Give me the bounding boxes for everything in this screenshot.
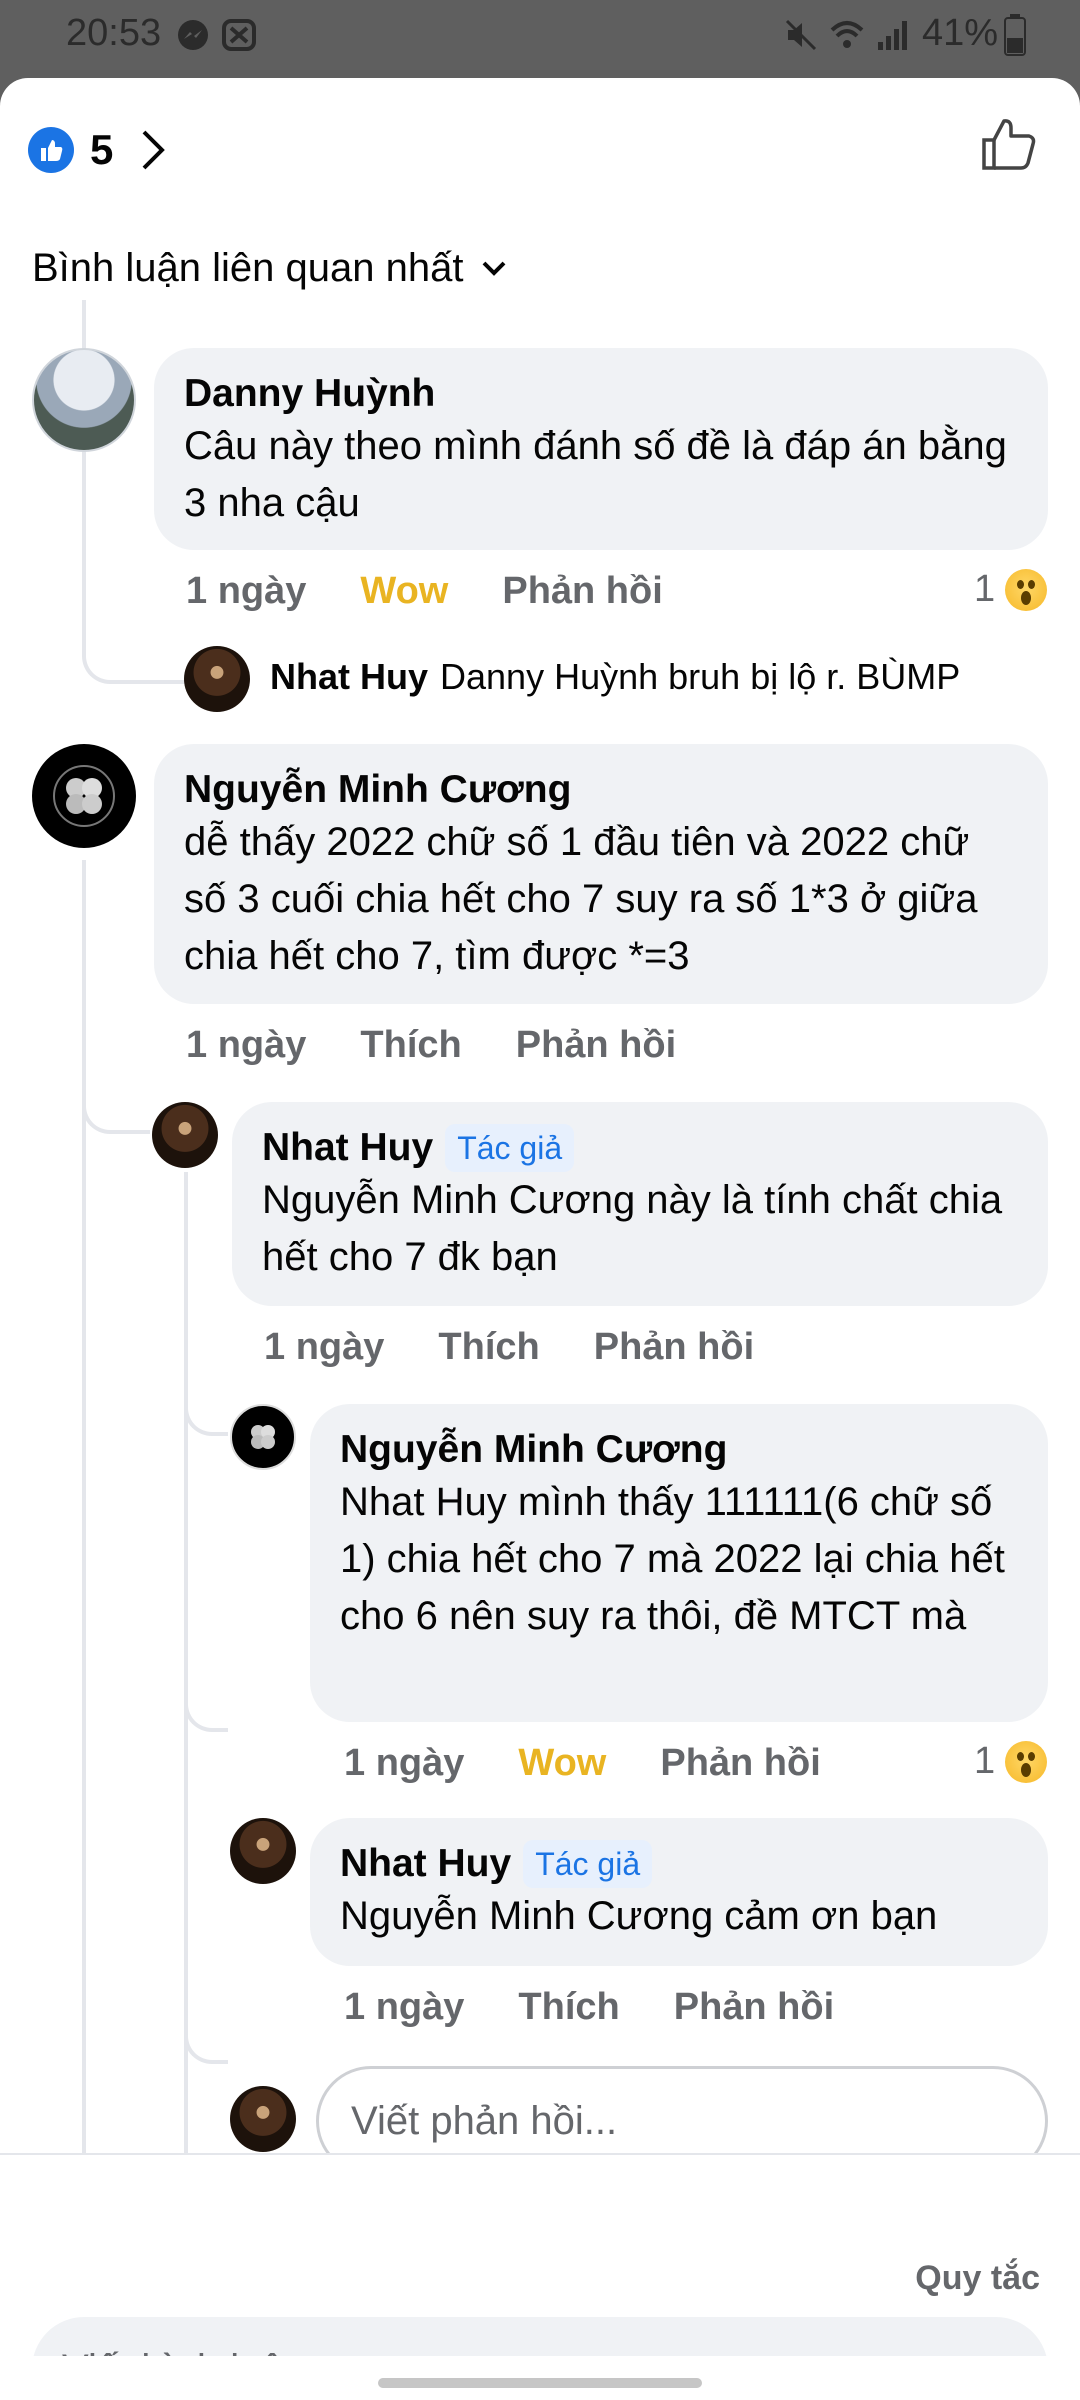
comment-author[interactable]: Nguyễn Minh Cương [184,766,1016,814]
comment-composer: Quy tắc Viết bình luận... [0,2155,1080,2356]
like-reaction-icon [28,127,74,173]
reply-button[interactable]: Phản hồi [660,1742,820,1785]
reply-text: Danny Huỳnh bruh bị lộ r. BÙMP [440,656,961,697]
comment-bubble: Danny Huỳnh Câu này theo mình đánh số đề… [154,348,1048,550]
reply-preview[interactable]: Nhat Huy Danny Huỳnh bruh bị lộ r. BÙMP [270,656,960,698]
avatar[interactable] [32,348,136,452]
comment-time: 1 ngày [344,1742,465,1784]
comments-sheet: 5 Bình luận liên quan nhất Danny Huỳnh C… [0,78,1080,2356]
author-name: Nhat Huy [262,1126,434,1169]
comment-text: Nguyễn Minh Cương này là tính chất chia … [262,1178,1003,1279]
wow-emoji-icon [1005,1740,1048,1783]
messenger-icon [178,20,208,50]
avatar [230,2086,296,2152]
author-badge: Tác giả [445,1124,575,1172]
reaction-count: 1 [974,1740,996,1782]
reply-author: Nhat Huy [270,656,429,697]
reply-button[interactable]: Phản hồi [594,1326,754,1369]
comment-text: Câu này theo mình đánh số đề là đáp án b… [184,424,1007,525]
comment-bubble: Nguyễn Minh Cương dễ thấy 2022 chữ số 1 … [154,744,1048,1004]
reply-bubble: Nguyễn Minh Cương Nhat Huy mình thấy 111… [310,1404,1048,1722]
home-indicator[interactable] [378,2378,702,2388]
avatar[interactable] [184,646,250,712]
sort-label: Bình luận liên quan nhất [32,246,464,290]
comment-actions: 1 ngày Wow Phản hồi [186,570,717,613]
thread-connector [82,860,150,1134]
comment-text: dễ thấy 2022 chữ số 1 đầu tiên và 2022 c… [184,820,978,978]
reply-button[interactable]: Phản hồi [516,1024,676,1067]
like-button[interactable]: Thích [438,1326,539,1369]
navigation-bar [0,2356,1080,2400]
comment-actions: 1 ngày Thích Phản hồi [264,1326,808,1369]
reply-button[interactable]: Phản hồi [502,570,662,613]
comment-actions: 1 ngày Thích Phản hồi [186,1024,730,1067]
signal-icon [878,21,907,50]
reaction-summary[interactable]: 5 [28,118,167,182]
reaction-count: 5 [90,126,114,173]
reaction-count: 1 [974,568,996,610]
comment-author[interactable]: Nguyễn Minh Cương [340,1426,1016,1474]
reaction-button[interactable]: Wow [518,1742,606,1785]
mute-icon [785,19,817,51]
app-notification-icon [222,19,256,51]
comment-time: 1 ngày [264,1326,385,1368]
thumbs-up-outline-icon[interactable] [980,116,1038,174]
comment-input[interactable]: Viết bình luận... [32,2317,1048,2356]
wow-emoji-icon [1005,568,1048,611]
avatar[interactable] [230,1818,296,1884]
comment-text: Nhat Huy mình thấy 111111(6 chữ số 1) ch… [340,1480,1005,1638]
rules-link[interactable]: Quy tắc [915,2259,1040,2298]
comment-actions: 1 ngày Thích Phản hồi [344,1986,888,2029]
like-button[interactable]: Thích [518,1986,619,2029]
avatar[interactable] [152,1102,218,1168]
comment-author[interactable]: Nhat Huy Tác giả [262,1124,1016,1172]
sort-dropdown[interactable]: Bình luận liên quan nhất [32,246,507,291]
comment-author[interactable]: Danny Huỳnh [184,370,1016,418]
clover-image [251,1425,275,1449]
author-name: Nhat Huy [340,1842,512,1885]
reply-button[interactable]: Phản hồi [674,1986,834,2029]
comment-time: 1 ngày [186,1024,307,1066]
battery-icon [1004,14,1026,56]
battery-percent: 41% [922,12,999,54]
comment-actions: 1 ngày Wow Phản hồi [344,1742,875,1785]
comment-author[interactable]: Nhat Huy Tác giả [340,1840,1016,1888]
comment-time: 1 ngày [186,570,307,612]
reaction-button[interactable]: Wow [360,570,448,613]
reply-bubble: Nhat Huy Tác giả Nguyễn Minh Cương cảm ơ… [310,1818,1048,1966]
avatar[interactable] [230,1404,296,1470]
status-bar: 20:53 41% [0,0,1080,78]
comment-text: Nguyễn Minh Cương cảm ơn bạn [340,1894,938,1938]
reply-bubble: Nhat Huy Tác giả Nguyễn Minh Cương này l… [232,1102,1048,1306]
like-button[interactable]: Thích [360,1024,461,1067]
reaction-badge[interactable]: 1 [974,1740,1048,1783]
chevron-right-icon[interactable] [139,128,167,172]
chevron-down-icon [483,261,506,276]
status-time: 20:53 [66,12,162,54]
wifi-icon [830,21,864,48]
avatar[interactable] [32,744,136,848]
clover-image [53,765,115,827]
author-badge: Tác giả [523,1840,653,1888]
thread-connector [184,1172,228,2064]
comment-time: 1 ngày [344,1986,465,2028]
reaction-badge[interactable]: 1 [974,568,1048,611]
